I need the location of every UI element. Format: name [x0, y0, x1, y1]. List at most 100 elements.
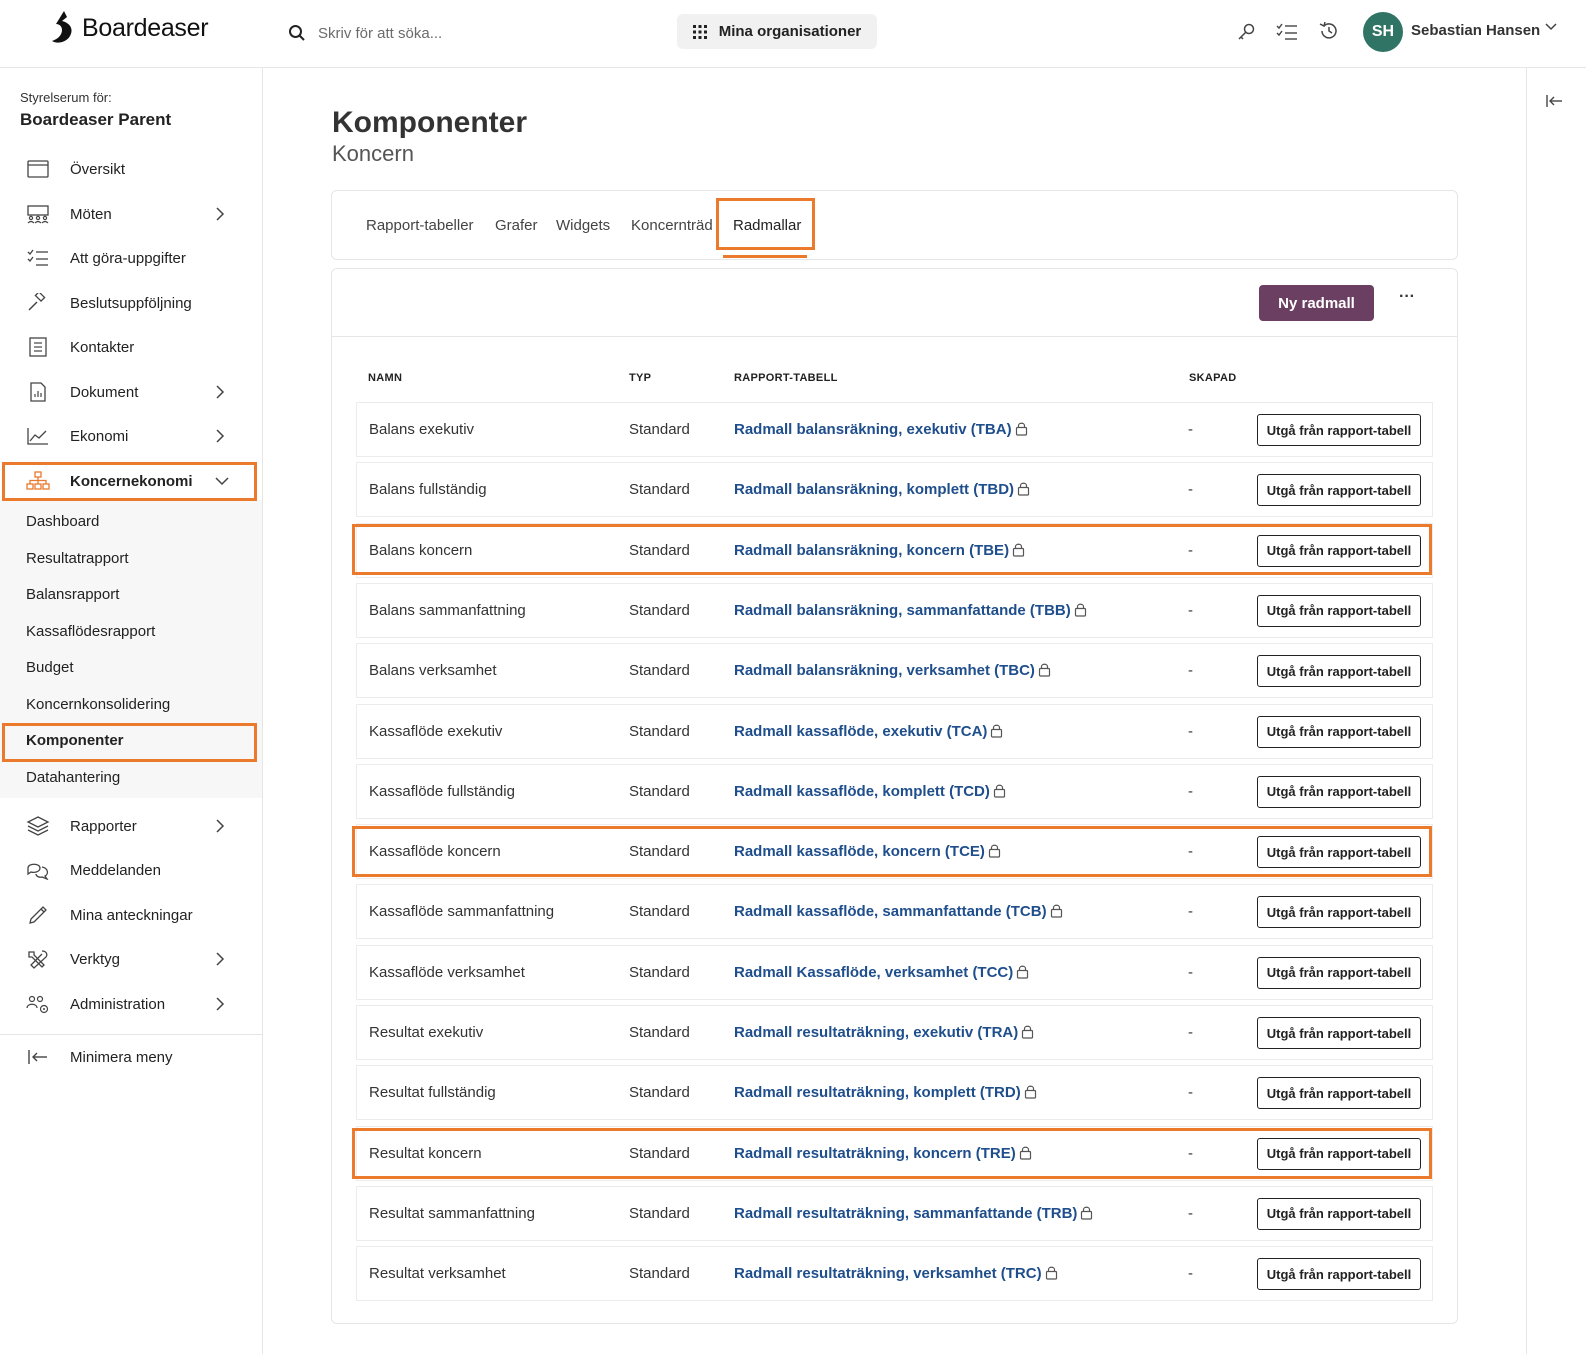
row-table-link[interactable]: Radmall Kassaflöde, verksamhet (TCC) — [734, 964, 1029, 981]
row-table-link[interactable]: Radmall kassaflöde, komplett (TCD) — [734, 783, 1006, 800]
row-created: - — [1188, 722, 1193, 740]
use-report-table-button[interactable]: Utgå från rapport-tabell — [1257, 594, 1421, 627]
calendar-icon — [27, 160, 49, 178]
table-row: Resultat sammanfattning Standard Radmall r… — [356, 1185, 1433, 1241]
collapse-panel-icon[interactable] — [1545, 92, 1563, 110]
sidebar-item-beslutsuppfoljning[interactable]: Beslutsuppföljning — [0, 281, 262, 325]
submenu-datahantering[interactable]: Datahantering — [26, 769, 120, 786]
lock-icon — [1024, 1085, 1036, 1099]
use-report-table-button[interactable]: Utgå från rapport-tabell — [1257, 414, 1421, 446]
gavel-icon — [28, 293, 46, 311]
row-type: Standard — [629, 722, 690, 740]
tab-koncerntrad[interactable]: Koncernträd — [631, 217, 713, 234]
row-table-link-text: Radmall resultaträkning, verksamhet (TRC… — [734, 1265, 1042, 1283]
sidebar-item-label: Verktyg — [70, 950, 121, 968]
table-row: Resultat verksamhet Standard Radmall resul… — [356, 1246, 1433, 1302]
sidebar-item-moten[interactable]: Möten — [0, 192, 262, 236]
user-avatar[interactable]: SH — [1363, 12, 1403, 52]
sidebar-item-administration[interactable]: Administration — [0, 982, 262, 1026]
contacts-icon — [29, 337, 47, 357]
highlight-koncernekonomi — [2, 462, 257, 501]
row-table-link-text: Radmall resultaträkning, sammanfattande … — [734, 1204, 1078, 1222]
use-report-table-button[interactable]: Utgå från rapport-tabell — [1257, 775, 1421, 808]
search-bar[interactable] — [288, 20, 648, 46]
column-header-typ[interactable]: TYP — [629, 372, 651, 384]
row-created: - — [1188, 1084, 1193, 1102]
row-created: - — [1188, 903, 1193, 921]
row-table-link[interactable]: Radmall balansräkning, exekutiv (TBA) — [734, 421, 1028, 438]
sidebar-item-rapporter[interactable]: Rapporter — [0, 804, 262, 848]
user-name[interactable]: Sebastian Hansen — [1411, 22, 1540, 39]
key-icon[interactable] — [1236, 22, 1256, 42]
tasks-icon[interactable] — [1276, 22, 1298, 42]
tabs-bar: Rapport-tabeller Grafer Widgets Koncernt… — [331, 190, 1458, 260]
more-options-button[interactable]: ··· — [1396, 288, 1418, 316]
table-row: Balans verksamhet Standard Radmall balansr… — [356, 643, 1433, 699]
tab-widgets[interactable]: Widgets — [556, 217, 610, 234]
sidebar-item-meddelanden[interactable]: Meddelanden — [0, 848, 262, 892]
use-report-table-button[interactable]: Utgå från rapport-tabell — [1257, 896, 1421, 929]
row-table-link[interactable]: Radmall resultaträkning, komplett (TRD) — [734, 1084, 1037, 1101]
lock-icon — [1017, 482, 1030, 496]
sidebar-item-dokument[interactable]: Dokument — [0, 370, 262, 414]
use-report-table-button[interactable]: Utgå från rapport-tabell — [1257, 1017, 1421, 1049]
table-row: Kassaflöde verksamhet Standard Radmall Kas… — [356, 944, 1433, 1000]
use-report-table-button[interactable]: Utgå från rapport-tabell — [1257, 956, 1421, 989]
row-table-link[interactable]: Radmall kassaflöde, exekutiv (TCA) — [734, 723, 1003, 740]
search-icon — [289, 25, 305, 41]
lock-icon — [1081, 1206, 1093, 1220]
page-subtitle: Koncern — [332, 141, 414, 166]
row-table-link[interactable]: Radmall resultaträkning, exekutiv (TRA) — [734, 1024, 1034, 1041]
tab-grafer[interactable]: Grafer — [495, 217, 538, 234]
tab-rapport-tabeller[interactable]: Rapport-tabeller — [366, 217, 474, 234]
submenu-kassaflodesrapport[interactable]: Kassaflödesrapport — [26, 623, 155, 640]
minimize-menu-button[interactable]: Minimera meny — [0, 1035, 262, 1079]
use-report-table-button[interactable]: Utgå från rapport-tabell — [1257, 1077, 1421, 1110]
use-report-table-button[interactable]: Utgå från rapport-tabell — [1257, 474, 1421, 507]
row-table-link[interactable]: Radmall balansräkning, verksamhet (TBC) — [734, 662, 1051, 679]
chevron-down-icon[interactable] — [1544, 22, 1558, 32]
row-table-link[interactable]: Radmall resultaträkning, sammanfattande … — [734, 1205, 1093, 1222]
row-type: Standard — [629, 963, 690, 981]
use-report-table-button[interactable]: Utgå från rapport-tabell — [1257, 1258, 1421, 1291]
new-radmall-button[interactable]: Ny radmall — [1259, 285, 1374, 321]
sidebar-item-oversikt[interactable]: Översikt — [0, 147, 262, 191]
row-table-link[interactable]: Radmall balansräkning, sammanfattande (T… — [734, 602, 1087, 619]
submenu-koncernkonsolidering[interactable]: Koncernkonsolidering — [26, 696, 170, 713]
row-table-link[interactable]: Radmall resultaträkning, verksamhet (TRC… — [734, 1265, 1058, 1282]
my-organisations-button[interactable]: Mina organisationer — [677, 14, 877, 49]
submenu-resultatrapport[interactable]: Resultatrapport — [26, 550, 129, 567]
lock-icon — [991, 724, 1003, 738]
sidebar-item-label: Att göra-uppgifter — [70, 249, 186, 267]
row-table-link[interactable]: Radmall balansräkning, komplett (TBD) — [734, 481, 1030, 498]
column-header-skapad[interactable]: SKAPAD — [1189, 372, 1236, 384]
table-row: Balans exekutiv Standard Radmall balansräk… — [356, 402, 1433, 457]
row-type: Standard — [629, 421, 690, 438]
sidebar-item-label: Översikt — [70, 160, 126, 178]
submenu-budget[interactable]: Budget — [26, 659, 74, 676]
row-table-link-text: Radmall resultaträkning, exekutiv (TRA) — [734, 1024, 1019, 1041]
use-report-table-button[interactable]: Utgå från rapport-tabell — [1257, 655, 1421, 688]
submenu-dashboard[interactable]: Dashboard — [26, 513, 99, 530]
use-report-table-button[interactable]: Utgå från rapport-tabell — [1257, 715, 1421, 748]
row-type: Standard — [629, 782, 690, 800]
sidebar-item-mina-anteckningar[interactable]: Mina anteckningar — [0, 893, 262, 937]
column-header-namn[interactable]: NAMN — [368, 372, 402, 384]
sidebar-item-kontakter[interactable]: Kontakter — [0, 325, 262, 369]
table-row: Kassaflöde fullständig Standard Radmall ka… — [356, 763, 1433, 819]
row-created: - — [1188, 1265, 1193, 1283]
row-table-link-text: Radmall balansräkning, sammanfattande (T… — [734, 601, 1071, 619]
search-input[interactable] — [318, 24, 618, 42]
sidebar-item-att-gora[interactable]: Att göra-uppgifter — [0, 236, 262, 280]
grid-icon — [692, 24, 707, 39]
history-icon[interactable] — [1318, 20, 1340, 42]
sidebar-item-ekonomi[interactable]: Ekonomi — [0, 414, 262, 458]
row-table-link[interactable]: Radmall kassaflöde, sammanfattande (TCB) — [734, 903, 1063, 920]
sidebar-item-verktyg[interactable]: Verktyg — [0, 937, 262, 981]
column-header-rapport-tabell[interactable]: RAPPORT-TABELL — [734, 372, 838, 384]
row-table-link-text: Radmall kassaflöde, sammanfattande (TCB) — [734, 903, 1047, 921]
row-name: Balans verksamhet — [369, 662, 497, 680]
submenu-balansrapport[interactable]: Balansrapport — [26, 586, 119, 603]
use-report-table-button[interactable]: Utgå från rapport-tabell — [1257, 1197, 1421, 1230]
boardeaser-logo[interactable]: Boardeaser — [50, 10, 209, 46]
